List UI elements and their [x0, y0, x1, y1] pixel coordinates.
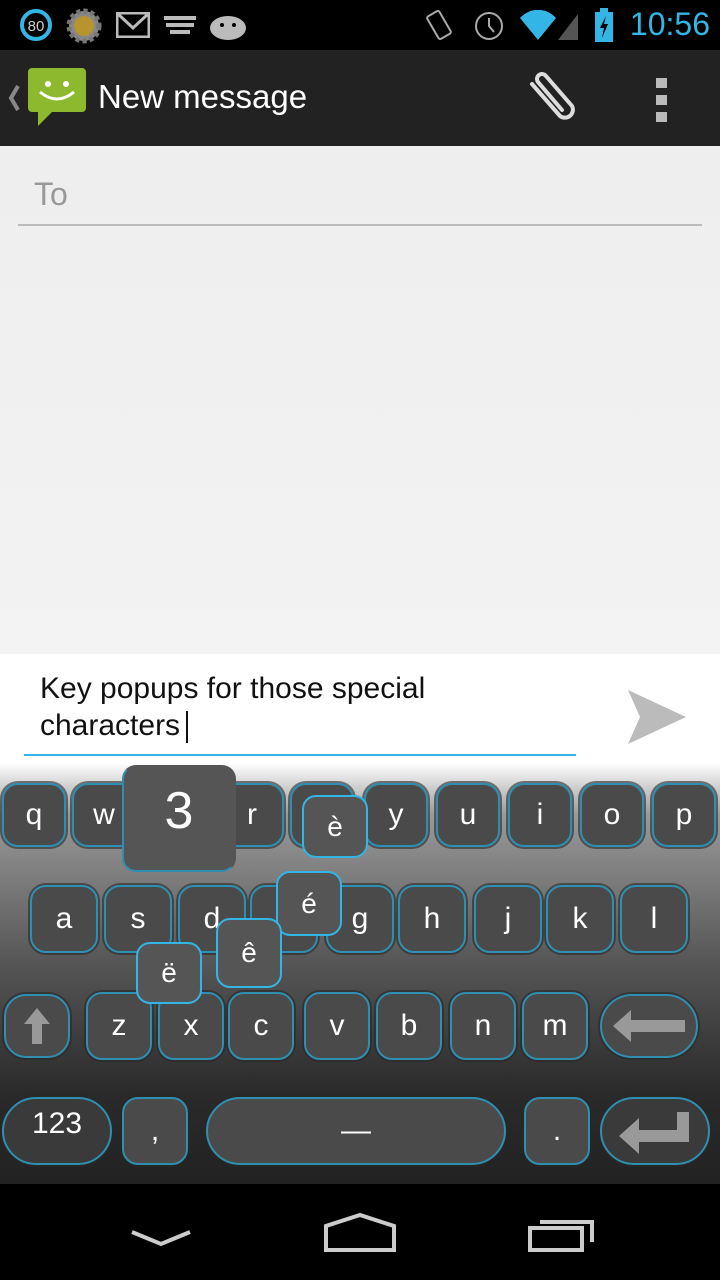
key-o[interactable]: o [580, 783, 644, 847]
key-q[interactable]: q [2, 783, 66, 847]
enter-icon [619, 1112, 689, 1154]
shift-key[interactable] [4, 994, 70, 1058]
gmail-icon [116, 12, 150, 38]
key-n[interactable]: n [450, 992, 516, 1060]
status-bar: 80 10:56 [0, 0, 720, 50]
key-c[interactable]: c [228, 992, 294, 1060]
vibrate-icon [426, 9, 452, 41]
key-b[interactable]: b [376, 992, 442, 1060]
messaging-app-icon[interactable] [26, 66, 88, 128]
alarm-icon [475, 12, 503, 40]
accent-popup-e-grave: è [302, 795, 368, 858]
attach-icon[interactable] [522, 72, 582, 124]
overflow-menu-icon[interactable] [654, 78, 670, 122]
key-j[interactable]: j [474, 885, 542, 953]
comma-key[interactable]: , [122, 1097, 188, 1165]
key-h[interactable]: h [398, 885, 466, 953]
android-icon [210, 16, 246, 40]
numbers-key[interactable]: 123 [2, 1097, 112, 1165]
shift-icon [24, 1008, 50, 1044]
period-key[interactable]: . [524, 1097, 590, 1165]
key-k[interactable]: k [546, 885, 614, 953]
back-icon[interactable] [130, 1228, 192, 1250]
key-i[interactable]: i [508, 783, 572, 847]
navigation-bar [0, 1184, 720, 1280]
key-l[interactable]: l [620, 885, 688, 953]
backspace-key[interactable] [600, 994, 698, 1058]
keyboard-icon [164, 16, 196, 34]
backspace-icon [613, 1010, 685, 1042]
gear-g-icon [66, 8, 102, 44]
recipient-input[interactable]: To [18, 170, 702, 226]
key-a[interactable]: a [30, 885, 98, 953]
key-y[interactable]: y [364, 783, 428, 847]
battery-charging-icon [595, 8, 613, 42]
page-title: New message [98, 78, 308, 115]
enter-key[interactable] [600, 1097, 710, 1165]
message-line-1: Key popups for those special [40, 672, 426, 705]
battery-circle-icon: 80 [20, 9, 52, 41]
recipient-placeholder: To [34, 176, 68, 212]
accent-popup-e-diaeresis: ë [136, 942, 202, 1004]
message-input[interactable]: Key popups for those special characters [24, 670, 576, 756]
svg-text:80: 80 [28, 18, 45, 35]
key-v[interactable]: v [304, 992, 370, 1060]
key-m[interactable]: m [522, 992, 588, 1060]
home-icon[interactable] [322, 1212, 398, 1254]
recent-apps-icon[interactable] [526, 1214, 598, 1254]
key-z[interactable]: z [86, 992, 152, 1060]
text-cursor [186, 711, 189, 744]
message-line-2: characters [40, 709, 181, 742]
space-key[interactable]: — [206, 1097, 506, 1165]
key-preview-popup: 3 [122, 765, 236, 872]
send-icon[interactable] [626, 688, 688, 746]
key-p[interactable]: p [652, 783, 716, 847]
accent-popup-e-circumflex: ê [216, 918, 282, 988]
accent-popup-e-acute: é [276, 871, 342, 936]
back-chevron-icon[interactable] [6, 84, 22, 112]
clock: 10:56 [629, 6, 710, 42]
key-u[interactable]: u [436, 783, 500, 847]
wifi-icon [520, 10, 578, 40]
